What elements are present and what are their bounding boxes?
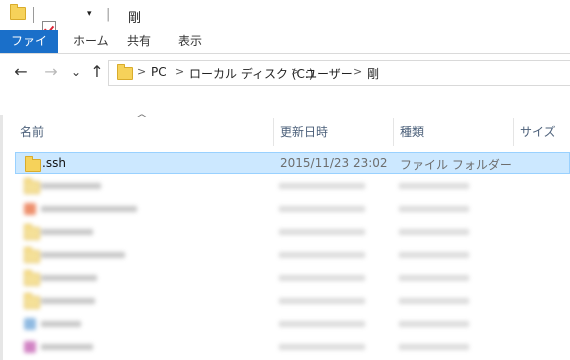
title-separator: | [106, 7, 111, 22]
file-type: ファイル フォルダー [400, 158, 512, 172]
breadcrumb-chevron-icon[interactable]: > [137, 65, 146, 78]
tab-view[interactable]: 表示 [168, 30, 212, 53]
address-bar[interactable]: > PC > ローカル ディスク (C:) > ユーザー > 剛 [108, 60, 570, 86]
navigation-bar: ← → ⌄ ↑ > PC > ローカル ディスク (C:) > ユーザー > 剛 [0, 54, 570, 90]
redacted-text [41, 229, 93, 235]
column-divider[interactable] [513, 118, 514, 146]
redacted-text [399, 252, 469, 258]
redacted-text [41, 275, 97, 281]
list-item[interactable] [15, 244, 570, 266]
redacted-text [399, 229, 469, 235]
column-header-size[interactable]: サイズ [520, 118, 556, 146]
column-header-date[interactable]: 更新日時 [280, 118, 328, 146]
up-button[interactable]: ↑ [87, 62, 107, 82]
list-item[interactable] [15, 221, 570, 243]
tab-home[interactable]: ホーム [63, 30, 119, 53]
column-divider[interactable] [393, 118, 394, 146]
redacted-text [41, 183, 101, 189]
redacted-text [399, 183, 469, 189]
list-item[interactable] [15, 175, 570, 197]
redacted-text [399, 298, 469, 304]
folder-icon [24, 293, 40, 309]
recent-locations-button[interactable]: ⌄ [66, 62, 86, 82]
column-divider[interactable] [273, 118, 274, 146]
title-bar: ▾ | 剛 [0, 0, 570, 49]
folder-icon [10, 4, 26, 20]
redacted-text [41, 344, 93, 350]
redacted-text [399, 321, 469, 327]
list-item[interactable] [15, 313, 570, 335]
toolbar-separator [33, 7, 34, 23]
file-date: 2015/11/23 23:02 [280, 156, 388, 170]
list-item[interactable] [15, 198, 570, 220]
folder-icon [24, 224, 40, 240]
file-name: .ssh [42, 156, 66, 170]
app-icon [24, 318, 36, 330]
breadcrumb-users[interactable]: ユーザー [305, 65, 353, 82]
app-icon [24, 203, 36, 215]
redacted-text [279, 206, 365, 212]
redacted-text [399, 344, 469, 350]
redacted-text [399, 206, 469, 212]
folder-icon [24, 270, 40, 286]
redacted-text [41, 298, 95, 304]
list-item[interactable] [15, 290, 570, 312]
redacted-text [279, 183, 365, 189]
forward-button[interactable]: → [41, 62, 61, 82]
redacted-text [41, 321, 81, 327]
list-item[interactable]: .ssh 2015/11/23 23:02 ファイル フォルダー [15, 152, 570, 174]
tab-share[interactable]: 共有 [117, 30, 161, 53]
breadcrumb-chevron-icon[interactable]: > [353, 65, 362, 78]
quick-access-dropdown[interactable]: ▾ [87, 9, 92, 19]
redacted-text [279, 229, 365, 235]
redacted-text [279, 344, 365, 350]
column-header-type[interactable]: 種類 [400, 118, 424, 146]
breadcrumb-pc[interactable]: PC [151, 65, 167, 79]
folder-icon [24, 178, 40, 194]
redacted-text [279, 298, 365, 304]
breadcrumb-user[interactable]: 剛 [367, 65, 379, 82]
folder-icon [117, 64, 133, 80]
window-title: 剛 [128, 11, 142, 26]
sort-ascending-icon: ^ [135, 114, 148, 124]
list-item[interactable] [15, 336, 570, 358]
ribbon-tabs: ファイル ホーム 共有 表示 [0, 30, 570, 71]
breadcrumb-chevron-icon[interactable]: > [175, 65, 184, 78]
redacted-text [279, 252, 365, 258]
tab-file[interactable]: ファイル [0, 30, 58, 71]
list-item[interactable] [15, 267, 570, 289]
back-button[interactable]: ← [11, 62, 31, 82]
redacted-text [399, 275, 469, 281]
redacted-text [41, 206, 137, 212]
redacted-text [279, 275, 365, 281]
redacted-text [41, 252, 125, 258]
folder-icon [24, 247, 40, 263]
app-icon [24, 341, 36, 353]
breadcrumb-chevron-icon[interactable]: > [291, 65, 300, 78]
nav-pane-edge [0, 115, 3, 360]
folder-icon [25, 156, 41, 172]
redacted-text [279, 321, 365, 327]
column-header-name[interactable]: 名前 [20, 118, 44, 146]
